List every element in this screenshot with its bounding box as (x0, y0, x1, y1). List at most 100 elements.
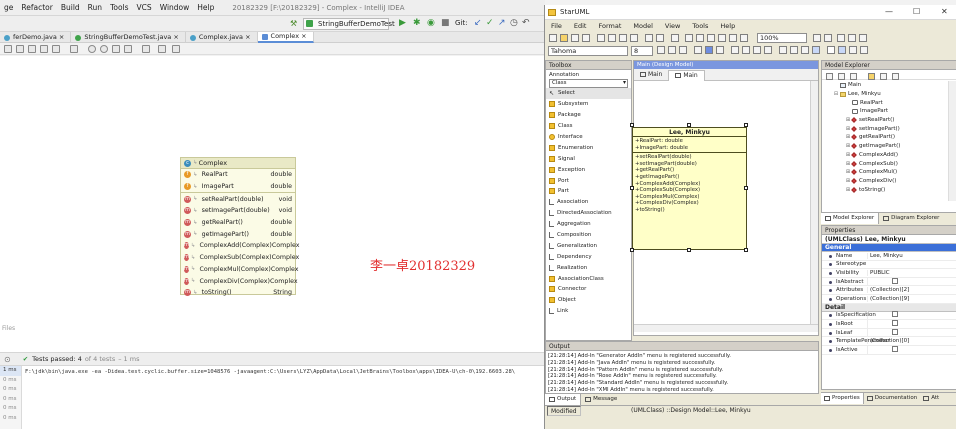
open-icon[interactable] (560, 34, 568, 42)
share-icon[interactable] (142, 45, 150, 53)
toolbox-item-link[interactable]: Link (546, 306, 631, 317)
property-row[interactable]: IsActive (822, 345, 956, 355)
bold-icon[interactable] (657, 46, 665, 54)
zoom-select[interactable]: 100% (757, 33, 807, 43)
expand-toggle-icon[interactable]: ⊞ (845, 134, 851, 140)
line-color-icon[interactable] (716, 46, 724, 54)
uml-method-row[interactable]: m ↳ setImagePart(double) void (181, 205, 295, 217)
property-checkbox[interactable] (892, 328, 898, 335)
menu-help[interactable]: Help (714, 22, 741, 30)
property-row[interactable]: Visibility PUBLIC (822, 269, 956, 278)
uml-method-row[interactable]: m ↳ ComplexSub(Complex) Complex (181, 252, 299, 264)
staruml-class-box[interactable]: Lee, Minkyu +RealPart: double +ImagePart… (632, 127, 747, 250)
delete-icon[interactable] (630, 34, 638, 42)
duration-cell[interactable]: 0 ms (0, 404, 21, 414)
tree-item[interactable]: Main (822, 81, 956, 90)
ij-menu-help[interactable]: Help (193, 3, 218, 12)
font-name-select[interactable]: Tahoma (548, 46, 628, 56)
expand-toggle-icon[interactable]: ⊞ (845, 117, 851, 123)
resize-handle[interactable] (687, 248, 691, 252)
menu-tools[interactable]: Tools (686, 22, 714, 30)
property-row[interactable]: IsLeaf (822, 328, 956, 338)
resize-handle[interactable] (630, 186, 634, 190)
tree-item[interactable]: ⊞ ComplexSub() (822, 159, 956, 168)
menu-format[interactable]: Format (592, 22, 627, 30)
cut-icon[interactable] (597, 34, 605, 42)
fields-toggle-icon[interactable] (4, 45, 12, 53)
toolbox-item-signal[interactable]: Signal (546, 153, 631, 164)
property-row[interactable]: IsRoot (822, 319, 956, 329)
toolbox-item-object[interactable]: Object (546, 295, 631, 306)
suppress-attributes-icon[interactable] (753, 46, 761, 54)
property-value[interactable]: (Collection)[9] (867, 295, 956, 302)
show-parent-name-icon[interactable] (801, 46, 809, 54)
toolbox-item-exception[interactable]: Exception (546, 164, 631, 175)
resize-handle[interactable] (744, 123, 748, 127)
grid-icon[interactable] (740, 34, 748, 42)
italic-icon[interactable] (668, 46, 676, 54)
toolbox-item-port[interactable]: Port (546, 175, 631, 186)
tree-item[interactable]: ⊞ getImagePart() (822, 142, 956, 151)
duration-cell[interactable]: 0 ms (0, 376, 21, 386)
export-icon[interactable] (158, 45, 166, 53)
swap-icon[interactable] (849, 46, 857, 54)
diagram-tab-main-active[interactable]: Main (668, 69, 705, 81)
select-mode-icon[interactable] (812, 46, 820, 54)
duration-cell[interactable]: 0 ms (0, 414, 21, 424)
line-style-icon[interactable] (731, 46, 739, 54)
filter-icon[interactable] (838, 73, 845, 80)
print-icon[interactable] (582, 34, 590, 42)
ij-menu-build[interactable]: Build (57, 3, 84, 12)
suppress-operations-icon[interactable] (764, 46, 772, 54)
diagram-tab-main[interactable]: Main (634, 71, 668, 78)
tree-item[interactable]: ⊞ toString() (822, 185, 956, 194)
menu-file[interactable]: File (545, 22, 568, 30)
view-mode-icon[interactable] (838, 46, 846, 54)
add-diagram-icon[interactable] (892, 73, 899, 80)
align-center-icon[interactable] (696, 34, 704, 42)
close-icon[interactable]: ✕ (941, 7, 948, 16)
toolbox-item-directed-association[interactable]: DirectedAssociation (546, 208, 631, 219)
toolbox-item-package[interactable]: Package (546, 110, 631, 121)
collapse-icon[interactable] (850, 73, 857, 80)
tree-item[interactable]: ⊟ Lee, Minkyu (822, 90, 956, 99)
duration-cell[interactable]: 1 ms (0, 366, 21, 376)
sort-icon[interactable] (826, 73, 833, 80)
menu-edit[interactable]: Edit (568, 22, 593, 30)
tab-output[interactable]: Output (545, 393, 582, 405)
git-push-icon[interactable]: ↗ (498, 18, 506, 28)
toolbox-item-composition[interactable]: Composition (546, 230, 631, 241)
new-icon[interactable] (549, 34, 557, 42)
resize-handle[interactable] (744, 186, 748, 190)
font-size-select[interactable]: 8 (631, 46, 653, 56)
resize-handle[interactable] (630, 248, 634, 252)
toolbox-item-subsystem[interactable]: Subsystem (546, 99, 631, 110)
tree-item[interactable]: ⊞ setImagePart() (822, 124, 956, 133)
expand-icon[interactable]: ⊙ (4, 355, 11, 364)
uml-method-row[interactable]: m ↳ ComplexDiv(Complex) Complex (181, 275, 298, 287)
filter-icon[interactable] (40, 45, 48, 53)
diagram-horizontal-scrollbar[interactable] (634, 324, 818, 332)
toolbox-item-select[interactable]: ↖ Select (546, 88, 631, 99)
property-value[interactable]: Lee, Minkyu (867, 252, 956, 259)
toolbox-item-enumeration[interactable]: Enumeration (546, 142, 631, 153)
uml-method-row[interactable]: m ↳ ComplexAdd(Complex) Complex (181, 240, 299, 252)
diagram-properties-icon[interactable] (837, 34, 845, 42)
property-row[interactable]: IsSpecification (822, 311, 956, 321)
ij-menu-run[interactable]: Run (84, 3, 106, 12)
duration-cell[interactable]: 0 ms (0, 395, 21, 405)
rollback-icon[interactable]: ↶ (522, 18, 530, 28)
save-icon[interactable] (571, 34, 579, 42)
properties-section-detail[interactable]: Detail (822, 303, 956, 312)
stop-icon[interactable]: ■ (441, 18, 450, 28)
git-update-icon[interactable]: ↙ (474, 18, 482, 28)
duration-cell[interactable]: 0 ms (0, 385, 21, 395)
ij-menu-tools[interactable]: Tools (106, 3, 132, 12)
uml-method-row[interactable]: m ↳ toString() String (181, 287, 295, 299)
property-checkbox[interactable] (892, 311, 898, 318)
ij-menu-window[interactable]: Window (156, 3, 194, 12)
property-row[interactable]: Stereotype (822, 261, 956, 270)
stereotype-display-icon[interactable] (742, 46, 750, 54)
add-element-icon[interactable] (880, 73, 887, 80)
tree-item[interactable]: ⊞ ComplexAdd() (822, 151, 956, 160)
